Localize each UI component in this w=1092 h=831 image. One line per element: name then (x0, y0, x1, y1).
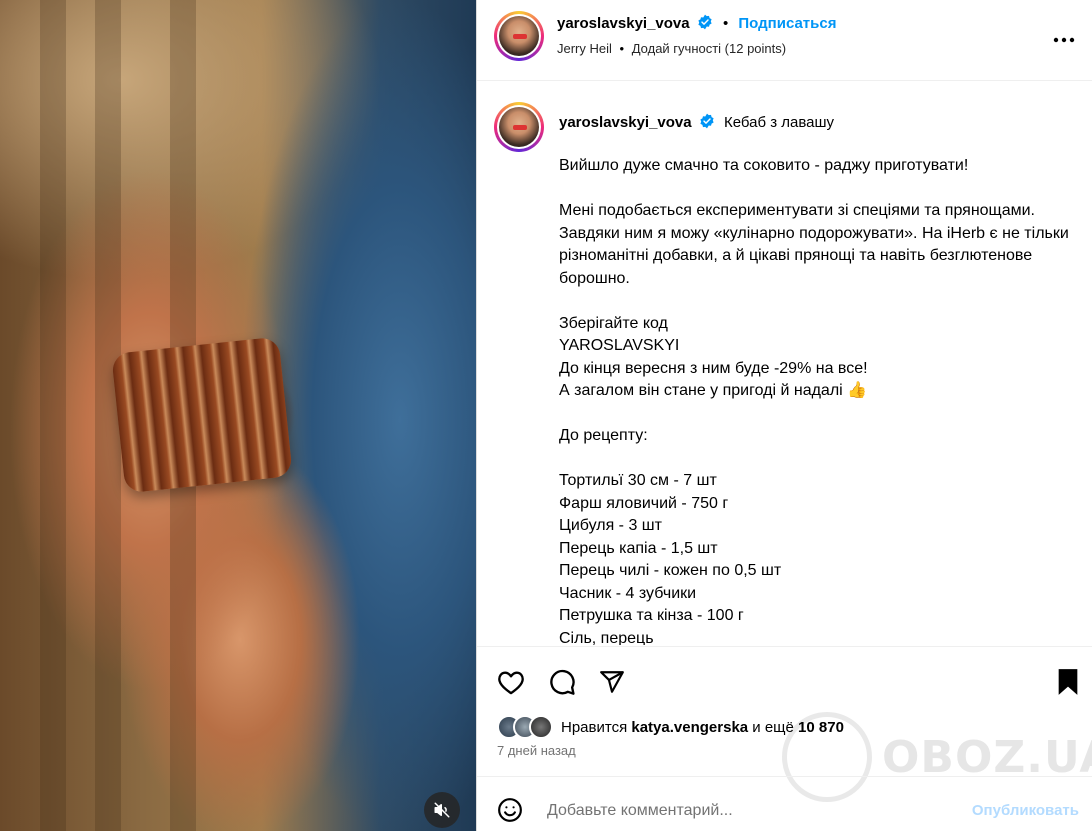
paper-plane-icon (600, 671, 624, 693)
post-panel: yaroslavskyi_vova • Подписаться Jerry He… (476, 0, 1092, 831)
caption-line: YAROSLAVSKYI (559, 337, 680, 354)
publish-button[interactable]: Опубликовать (972, 802, 1079, 819)
separator-dot: • (722, 15, 729, 32)
more-horizontal-icon (1053, 37, 1075, 43)
caption-line: Сіль, перець (559, 629, 654, 646)
caption-title: Кебаб з лавашу (723, 114, 835, 131)
fence-slat (40, 0, 66, 831)
caption-line (559, 290, 1084, 313)
likes-text: Нравится katya.vengerska и ещё 10 870 (561, 719, 844, 736)
music-info[interactable]: Jerry Heil • Додай гучності (12 points) (557, 41, 786, 56)
post-media[interactable] (0, 0, 476, 831)
likes-count[interactable]: 10 870 (798, 719, 844, 736)
lavash-kebab-image (111, 336, 293, 494)
caption-line: Зберігайте код (559, 314, 668, 332)
caption-line: Перець чилі - кожен по 0,5 шт (559, 562, 782, 579)
caption-line (559, 448, 1084, 471)
comment-bar: Опубликовать (477, 776, 1092, 831)
post-header: yaroslavskyi_vova • Подписаться Jerry He… (477, 0, 1092, 81)
caption-username[interactable]: yaroslavskyi_vova (559, 114, 692, 131)
caption-line: До рецепту: (559, 427, 648, 444)
caption-line: Вийшло дуже смачно та соковито - раджу п… (559, 157, 969, 174)
verified-badge-icon (700, 113, 714, 129)
bookmark-icon (1058, 669, 1078, 695)
caption-line: А загалом він стане у пригоді й надалі 👍 (559, 382, 868, 399)
likes-prefix: Нравится (561, 718, 628, 736)
watermark-text: OBOZ.UA (882, 731, 1092, 783)
emoji-button[interactable] (495, 795, 525, 825)
smiley-icon (498, 798, 522, 822)
heart-icon (498, 671, 524, 695)
header-username[interactable]: yaroslavskyi_vova (557, 15, 690, 32)
more-options-button[interactable] (1050, 26, 1078, 54)
caption-line: Фарш яловичий - 750 г (559, 494, 729, 512)
caption-line: Перець капіа - 1,5 шт (559, 539, 718, 557)
verified-badge-icon (698, 14, 712, 30)
mute-button[interactable] (424, 792, 460, 828)
caption-line (559, 403, 1084, 426)
like-button[interactable] (494, 665, 528, 699)
music-track: Додай гучності (12 points) (631, 41, 787, 56)
avatar[interactable] (494, 102, 544, 152)
speaker-muted-icon (434, 802, 450, 818)
caption-line: Петрушка та кінза - 100 г (559, 607, 744, 624)
liker-username[interactable]: katya.vengerska (631, 719, 748, 736)
avatar[interactable] (494, 11, 544, 61)
caption-line: Тортильї 30 см - 7 шт (559, 472, 717, 489)
caption-line (559, 178, 1084, 201)
music-artist: Jerry Heil (557, 41, 612, 56)
share-button[interactable] (595, 665, 629, 699)
caption-line: До кінця вересня з ним буде -29% на все! (559, 359, 868, 377)
action-bar (477, 646, 1092, 712)
comment-button[interactable] (545, 665, 579, 699)
save-button[interactable] (1051, 665, 1085, 699)
avatar (529, 715, 553, 739)
comment-input[interactable] (547, 799, 927, 823)
caption-area[interactable]: yaroslavskyi_vova Кебаб з лавашу Вийшло … (477, 82, 1092, 645)
separator-dot: • (619, 41, 625, 56)
caption-text: Вийшло дуже смачно та соковито - раджу п… (559, 155, 1084, 645)
post-timestamp[interactable]: 7 дней назад (497, 743, 576, 758)
caption-line: Цибуля - 3 шт (559, 517, 662, 534)
caption-line: Часник - 4 зубчики (559, 584, 697, 602)
caption-line: Мені подобається експериментувати зі спе… (559, 202, 1069, 287)
likes-suffix: и ещё (752, 718, 794, 736)
follow-button[interactable]: Подписаться (738, 15, 836, 32)
comment-icon (550, 669, 575, 695)
likes-summary[interactable]: Нравится katya.vengerska и ещё 10 870 (497, 713, 844, 741)
